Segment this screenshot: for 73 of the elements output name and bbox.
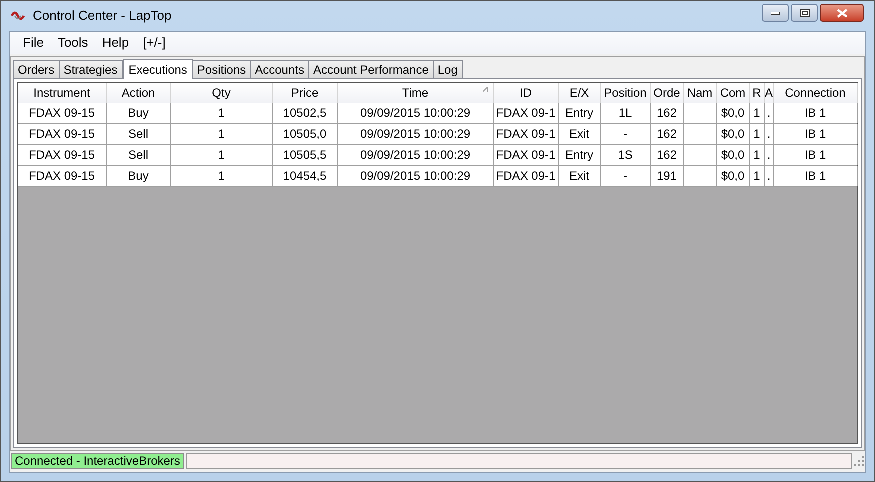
table-cell-text: IB 1: [804, 126, 826, 143]
table-cell-text: IB 1: [804, 105, 826, 122]
table-cell-text: $0,0: [721, 126, 745, 143]
table-cell-text: 191: [656, 168, 678, 185]
table-cell-text: $0,0: [721, 168, 745, 185]
table-cell-text: IB 1: [804, 147, 826, 164]
tab[interactable]: Strategies: [58, 60, 123, 78]
table-cell-text: .: [767, 105, 771, 122]
app-logo-icon: [11, 10, 27, 22]
connection-status: Connected - InteractiveBrokers: [11, 453, 184, 469]
table-cell-text: FDAX 09-1: [496, 105, 556, 122]
tab[interactable]: Orders: [13, 60, 60, 78]
maximize-button[interactable]: [791, 4, 818, 22]
table-cell-text: 10505,5: [283, 147, 327, 164]
tab[interactable]: Executions: [122, 59, 194, 79]
table-cell-text: 10454,5: [283, 168, 327, 185]
table-cell-text: 10502,5: [283, 105, 327, 122]
table-cell-text: Entry: [565, 105, 594, 122]
table-cell-text: .: [767, 126, 771, 143]
table-cell-text: FDAX 09-15: [28, 168, 96, 185]
table-cell-text: 1L: [618, 105, 632, 122]
table-cell-text: $0,0: [721, 105, 745, 122]
table-cell-text: Sell: [128, 126, 148, 143]
menu-item[interactable]: File: [16, 33, 51, 53]
table-cell-text: 1S: [618, 147, 633, 164]
table-cell-text: $0,0: [721, 147, 745, 164]
table-cell-text: Exit: [569, 168, 590, 185]
table-cell-text: 1: [218, 147, 225, 164]
tab[interactable]: Log: [432, 60, 463, 78]
table-cell-text: FDAX 09-1: [496, 168, 556, 185]
table-cell-text: 162: [656, 126, 678, 143]
table-cell-text: Buy: [128, 168, 149, 185]
table-cell-text: 1: [218, 105, 225, 122]
table-cell-text: 1: [218, 168, 225, 185]
tab[interactable]: Account Performance: [308, 60, 434, 78]
minimize-button[interactable]: [762, 4, 789, 22]
table-cell-text: 1: [218, 126, 225, 143]
minimize-icon: [771, 12, 780, 14]
table-cell-text: 162: [656, 105, 678, 122]
table-cell-text: 09/09/2015 10:00:29: [360, 168, 471, 185]
table-cell-text: FDAX 09-1: [496, 147, 556, 164]
tab[interactable]: Accounts: [250, 60, 310, 78]
table-cell-text: 09/09/2015 10:00:29: [360, 105, 471, 122]
table-cell-text: 1: [754, 126, 760, 143]
table-cell-text: .: [767, 168, 771, 185]
table-cell-text: Exit: [569, 126, 590, 143]
table-cell-text: FDAX 09-15: [28, 105, 96, 122]
table-cell-text: FDAX 09-15: [28, 147, 96, 164]
window-title: Control Center - LapTop: [33, 7, 172, 26]
table-cell-text: Sell: [128, 147, 148, 164]
menu-item[interactable]: [+/-]: [136, 33, 173, 53]
tab[interactable]: Positions: [192, 60, 252, 78]
table-cell-text: 10505,0: [283, 126, 327, 143]
table-cell-text: 09/09/2015 10:00:29: [360, 126, 471, 143]
table-cell-text: -: [624, 126, 628, 143]
table-cell-text: FDAX 09-1: [496, 126, 556, 143]
table-cell-text: FDAX 09-15: [28, 126, 96, 143]
table-cell-text: Buy: [128, 105, 149, 122]
close-button[interactable]: [820, 4, 864, 22]
table-cell-text: -: [624, 168, 628, 185]
table-cell-text: 09/09/2015 10:00:29: [360, 147, 471, 164]
table-cell-text: 1: [754, 168, 760, 185]
menu-item[interactable]: Help: [95, 33, 136, 53]
table-cell-text: 1: [754, 147, 760, 164]
close-icon: [836, 8, 848, 18]
table-cell-text: IB 1: [804, 168, 826, 185]
menu-item[interactable]: Tools: [50, 33, 96, 53]
table-cell-text: 1: [754, 105, 760, 122]
maximize-icon: [800, 9, 810, 17]
table-cell-text: Entry: [565, 147, 594, 164]
table-cell-text: 162: [656, 147, 678, 164]
table-cell-text: .: [767, 147, 771, 164]
resize-grip-icon[interactable]: [854, 456, 864, 466]
